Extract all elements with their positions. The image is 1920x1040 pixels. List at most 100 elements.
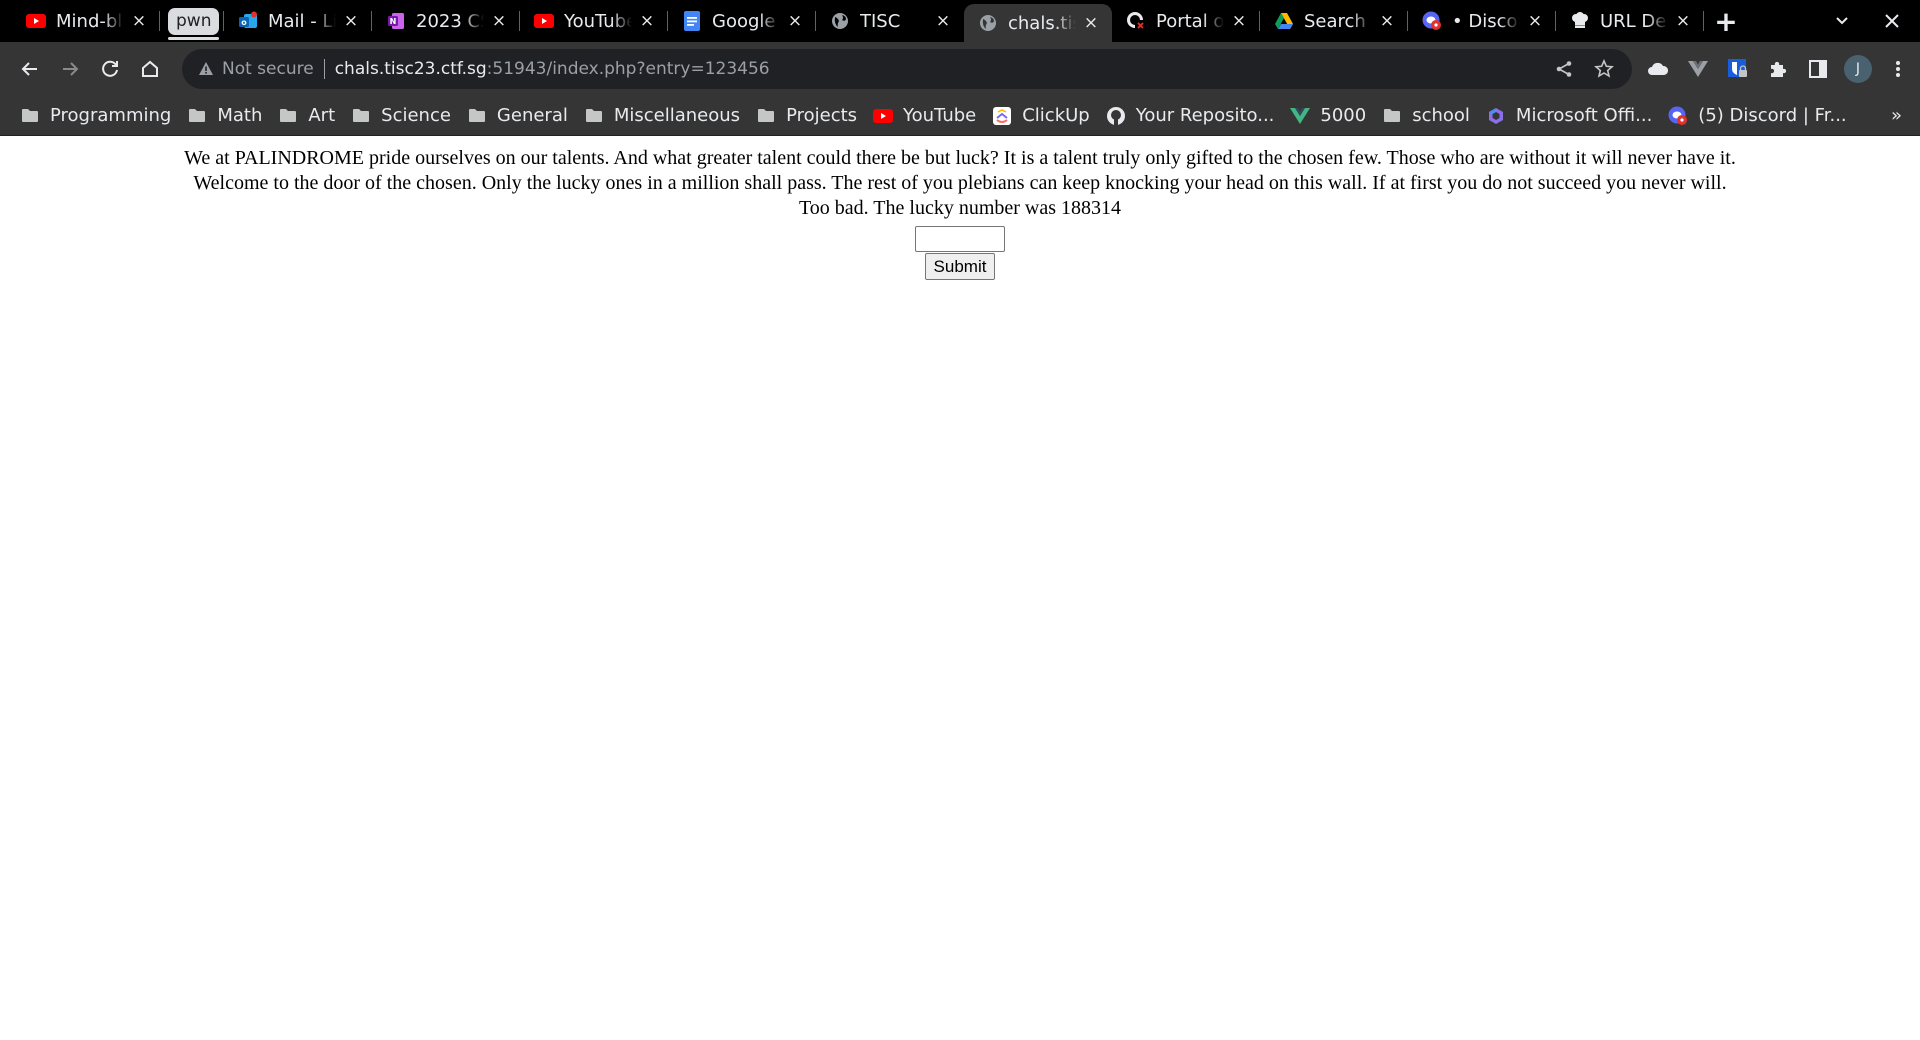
share-button[interactable] bbox=[1546, 51, 1582, 87]
tab-mail[interactable]: o Mail - Li × bbox=[224, 0, 372, 42]
bookmark-projects[interactable]: Projects bbox=[750, 100, 865, 132]
folder-icon bbox=[756, 106, 776, 126]
bitwarden-button[interactable] bbox=[1720, 51, 1756, 87]
vue-devtools-button[interactable] bbox=[1680, 51, 1716, 87]
more-bookmarks-button[interactable]: » bbox=[1891, 105, 1902, 126]
bookmark-general[interactable]: General bbox=[461, 100, 576, 132]
home-icon bbox=[142, 60, 158, 77]
tab-chals-tisc23-active[interactable]: chals.tisc23 × bbox=[964, 4, 1112, 42]
chevron-down-icon bbox=[1836, 17, 1848, 25]
warning-triangle-icon[interactable] bbox=[198, 61, 214, 77]
back-button[interactable] bbox=[10, 49, 50, 89]
extensions-button[interactable] bbox=[1760, 51, 1796, 87]
close-tab-icon[interactable]: × bbox=[1674, 11, 1692, 31]
kebab-menu-icon bbox=[1896, 61, 1900, 77]
folder-icon bbox=[278, 106, 298, 126]
close-tab-icon[interactable]: × bbox=[490, 11, 508, 31]
close-tab-icon[interactable]: × bbox=[1526, 11, 1544, 31]
reload-button[interactable] bbox=[90, 49, 130, 89]
globe-icon bbox=[978, 13, 998, 33]
tab-search-button[interactable] bbox=[1820, 0, 1864, 42]
bookmark-label: 5000 bbox=[1320, 105, 1367, 126]
tab-list: Mind-blowing × pwn o Mail - Li × N 2023 … bbox=[0, 0, 1748, 42]
github-error-icon bbox=[1126, 11, 1146, 31]
outlook-icon: o bbox=[238, 11, 258, 31]
bookmark-star-button[interactable] bbox=[1586, 51, 1622, 87]
close-tab-icon[interactable]: × bbox=[1378, 11, 1396, 31]
close-tab-icon[interactable]: × bbox=[342, 11, 360, 31]
security-status-label[interactable]: Not secure bbox=[222, 59, 314, 79]
page-content: We at PALINDROME pride ourselves on our … bbox=[0, 136, 1920, 1040]
submit-button[interactable]: Submit bbox=[924, 253, 996, 280]
cloud-extension-button[interactable] bbox=[1640, 51, 1676, 87]
bookmark-label: Microsoft Offi... bbox=[1515, 105, 1653, 126]
window-close-button[interactable] bbox=[1864, 0, 1920, 42]
tab-discord[interactable]: • Discord × bbox=[1408, 0, 1556, 42]
forward-button[interactable] bbox=[50, 49, 90, 89]
bookmark-programming[interactable]: Programming bbox=[14, 100, 179, 132]
google-drive-icon bbox=[1274, 11, 1294, 31]
entry-input[interactable] bbox=[915, 226, 1005, 252]
bookmark-label: Projects bbox=[786, 105, 858, 126]
svg-text:N: N bbox=[390, 17, 397, 26]
tab-youtube[interactable]: YouTube × bbox=[520, 0, 668, 42]
tab-2023-cs[interactable]: N 2023 CS × bbox=[372, 0, 520, 42]
tab-title: Portal o bbox=[1156, 10, 1224, 32]
side-panel-button[interactable] bbox=[1800, 51, 1836, 87]
globe-icon bbox=[830, 11, 850, 31]
folder-icon bbox=[467, 106, 487, 126]
svg-text:o: o bbox=[241, 18, 247, 27]
tab-portal[interactable]: Portal o × bbox=[1112, 0, 1260, 42]
tab-google-docs[interactable]: Google Docs × bbox=[668, 0, 816, 42]
bookmark-5000[interactable]: 5000 bbox=[1284, 100, 1374, 132]
close-tab-icon[interactable]: × bbox=[1230, 11, 1248, 31]
close-icon bbox=[1885, 14, 1899, 28]
close-tab-icon[interactable]: × bbox=[130, 11, 148, 31]
vue-icon bbox=[1688, 61, 1708, 77]
folder-icon bbox=[351, 106, 371, 126]
tab-url-decoder[interactable]: URL Dec × bbox=[1556, 0, 1704, 42]
close-tab-icon[interactable]: × bbox=[934, 11, 952, 31]
address-bar[interactable]: Not secure chals.tisc23.ctf.sg:51943/ind… bbox=[182, 49, 1632, 89]
tab-title: Search r bbox=[1304, 10, 1372, 32]
bookmark-label: Your Reposito... bbox=[1135, 105, 1275, 126]
arrow-left-icon bbox=[21, 62, 37, 76]
browser-toolbar: Not secure chals.tisc23.ctf.sg:51943/ind… bbox=[0, 42, 1920, 96]
bookmark-your-repositories[interactable]: Your Reposito... bbox=[1100, 100, 1283, 132]
bookmark-clickup[interactable]: ClickUp bbox=[986, 100, 1098, 132]
tab-title: Mind-blowing bbox=[56, 10, 124, 32]
bookmark-math[interactable]: Math bbox=[181, 100, 270, 132]
star-icon bbox=[1594, 59, 1614, 78]
tab-title: URL Dec bbox=[1600, 10, 1668, 32]
profile-button[interactable]: J bbox=[1840, 51, 1876, 87]
bookmark-label: Math bbox=[217, 105, 263, 126]
bookmark-discord[interactable]: (5) Discord | Fr... bbox=[1662, 100, 1854, 132]
browser-menu-button[interactable] bbox=[1880, 51, 1916, 87]
bookmark-art[interactable]: Art bbox=[272, 100, 343, 132]
extensions-area: J bbox=[1640, 51, 1916, 87]
bookmark-label: YouTube bbox=[903, 105, 977, 126]
close-tab-icon[interactable]: × bbox=[786, 11, 804, 31]
bookmark-youtube[interactable]: YouTube bbox=[867, 100, 984, 132]
new-tab-button[interactable]: + bbox=[1704, 0, 1748, 42]
bookmark-miscellaneous[interactable]: Miscellaneous bbox=[578, 100, 748, 132]
folder-icon bbox=[20, 106, 40, 126]
bookmark-microsoft-office[interactable]: Microsoft Offi... bbox=[1480, 100, 1660, 132]
tab-group-pwn[interactable]: pwn bbox=[160, 0, 224, 42]
tab-mind-blowing[interactable]: Mind-blowing × bbox=[12, 0, 160, 42]
close-tab-icon[interactable]: × bbox=[1082, 13, 1100, 33]
side-panel-icon bbox=[1809, 60, 1827, 78]
bookmark-school[interactable]: school bbox=[1376, 100, 1478, 132]
omnibox-actions bbox=[1546, 51, 1622, 87]
tab-title: 2023 CS bbox=[416, 10, 484, 32]
password-manager-icon bbox=[1728, 59, 1747, 77]
discord-icon bbox=[1422, 11, 1442, 31]
close-tab-icon[interactable]: × bbox=[638, 11, 656, 31]
tab-search[interactable]: Search r × bbox=[1260, 0, 1408, 42]
google-docs-icon bbox=[682, 11, 702, 31]
bookmarks-bar: Programming Math Art Science General Mis… bbox=[0, 96, 1920, 136]
bookmark-science[interactable]: Science bbox=[345, 100, 459, 132]
home-button[interactable] bbox=[130, 49, 170, 89]
tab-tisc[interactable]: TISC × bbox=[816, 0, 964, 42]
clickup-icon bbox=[992, 106, 1012, 126]
